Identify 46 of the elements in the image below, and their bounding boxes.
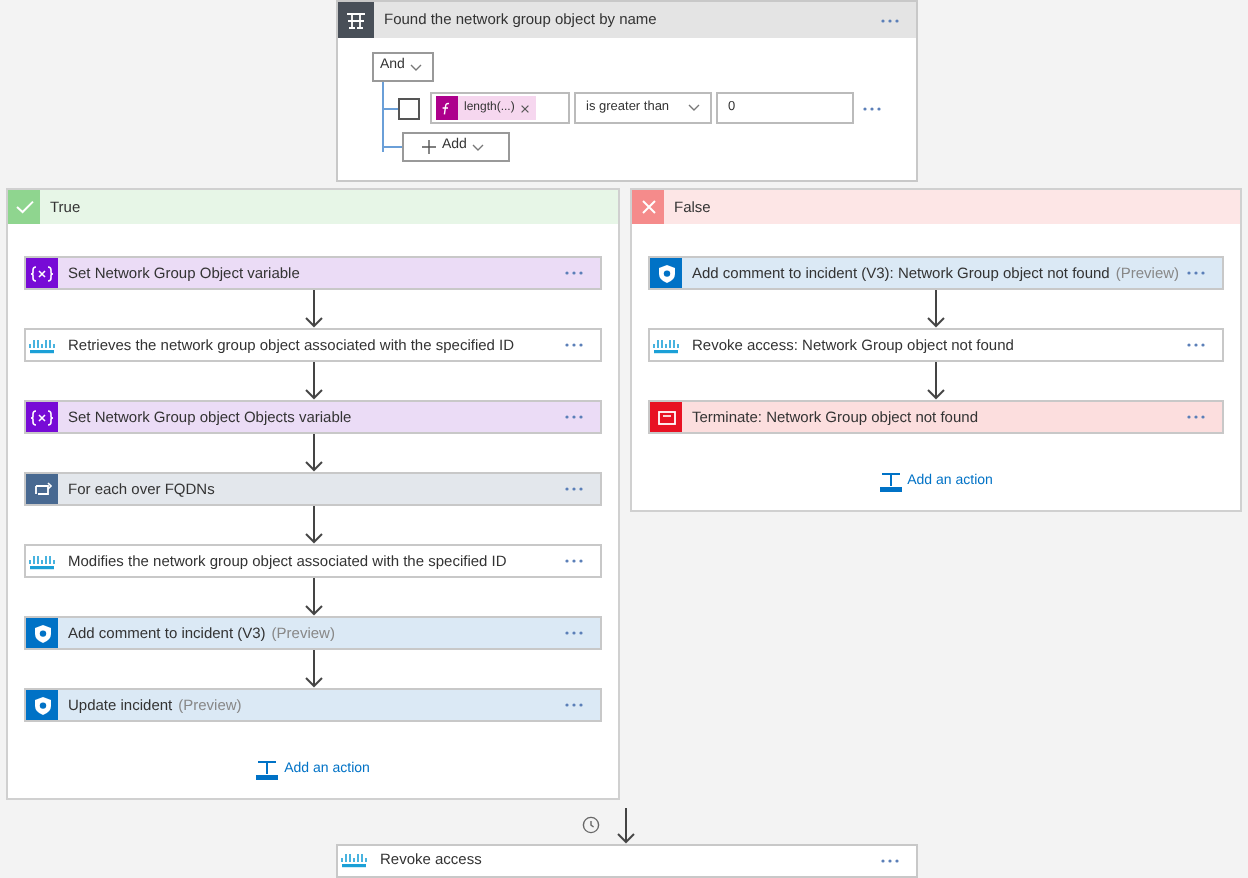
connector-arrow — [926, 362, 946, 400]
add-step-icon — [879, 472, 902, 493]
more-icon[interactable] — [862, 105, 882, 111]
chevron-down-icon — [472, 143, 485, 151]
cisco-logo-icon — [28, 553, 56, 569]
more-icon[interactable] — [880, 857, 900, 863]
chevron-down-icon — [410, 63, 423, 71]
plus-icon — [422, 140, 436, 154]
more-icon[interactable] — [880, 17, 900, 23]
variable-icon — [30, 409, 54, 425]
check-icon — [15, 200, 33, 214]
condition-icon — [346, 11, 366, 29]
more-icon[interactable] — [564, 630, 584, 636]
connector-arrow — [303, 290, 323, 328]
cisco-logo-icon — [652, 337, 680, 353]
remove-icon[interactable] — [520, 103, 531, 113]
variable-icon — [30, 265, 54, 281]
connector-arrow — [303, 506, 323, 544]
connector-arrow — [303, 578, 323, 616]
connector-arrow — [616, 807, 636, 843]
more-icon[interactable] — [1186, 342, 1206, 348]
connector-arrow — [303, 362, 323, 400]
shield-icon — [33, 695, 51, 715]
close-icon — [641, 200, 655, 214]
function-icon — [440, 101, 454, 115]
more-icon[interactable] — [1186, 270, 1206, 276]
connector-arrow — [926, 290, 946, 328]
more-icon[interactable] — [564, 486, 584, 492]
more-icon[interactable] — [1186, 414, 1206, 420]
cisco-logo-icon — [28, 337, 56, 353]
loop-icon — [33, 481, 51, 497]
terminate-icon — [657, 409, 675, 425]
clock-icon — [582, 816, 600, 834]
cisco-logo-icon — [340, 852, 368, 868]
more-icon[interactable] — [564, 342, 584, 348]
more-icon[interactable] — [564, 702, 584, 708]
shield-icon — [33, 623, 51, 643]
shield-icon — [657, 263, 675, 283]
add-step-icon — [256, 760, 279, 781]
more-icon[interactable] — [564, 558, 584, 564]
more-icon[interactable] — [564, 414, 584, 420]
connector-arrow — [303, 650, 323, 688]
more-icon[interactable] — [564, 270, 584, 276]
condition-checkbox[interactable] — [398, 97, 420, 119]
chevron-down-icon — [688, 104, 700, 112]
connector-arrow — [303, 434, 323, 472]
